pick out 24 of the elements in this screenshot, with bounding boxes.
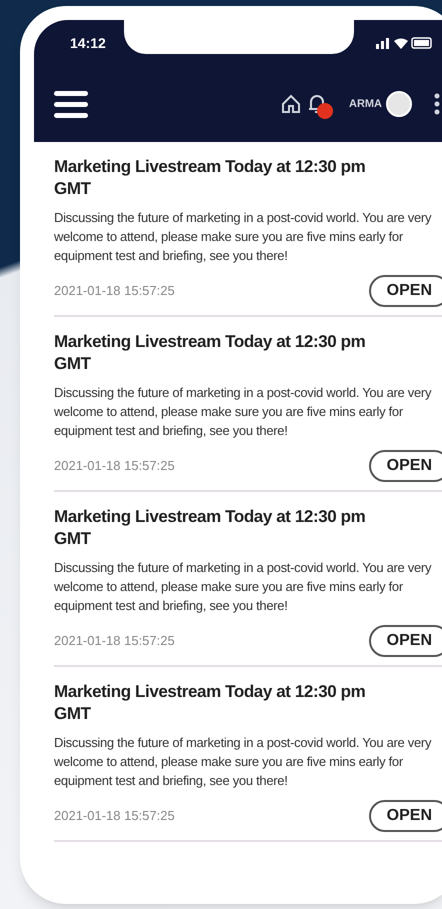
timestamp: 2021-01-18 15:57:25 (54, 282, 175, 300)
notification-body: Discussing the future of marketing in a post-covid world. You are very welcome to attend, please make sure you are five mins early for equipment test and briefing, see you there! (54, 559, 432, 615)
notification-title: Marketing Livestream Today at 12:30 pm GMT (54, 506, 366, 550)
open-button[interactable]: OPEN (368, 275, 442, 307)
timestamp: 2021-01-18 15:57:25 (54, 632, 175, 650)
notification-title: Marketing Livestream Today at 12:30 pm GMT (54, 331, 366, 375)
open-button[interactable]: OPEN (368, 625, 442, 657)
home-icon[interactable] (281, 94, 301, 114)
status-icons (374, 37, 434, 49)
more-icon[interactable] (434, 93, 440, 115)
open-button[interactable]: OPEN (368, 450, 442, 482)
avatar[interactable] (386, 91, 412, 117)
notification-body: Discussing the future of marketing in a post-covid world. You are very welcome to attend, please make sure you are five mins early for equipment test and briefing, see you there! (54, 384, 432, 440)
notification-title: Marketing Livestream Today at 12:30 pm GMT (54, 681, 366, 725)
notification-body: Discussing the future of marketing in a post-covid world. You are very welcome to attend, please make sure you are five mins early for equipment test and briefing, see you there! (54, 734, 432, 790)
timestamp: 2021-01-18 15:57:25 (54, 457, 175, 476)
menu-icon[interactable] (54, 90, 88, 118)
notification-title: Marketing Livestream Today at 12:30 pm GMT (54, 156, 366, 200)
timestamp: 2021-01-18 15:57:25 (54, 807, 175, 826)
notification-body: Discussing the future of marketing in a post-covid world. You are very welcome to attend, please make sure you are five mins early for equipment test and briefing, see you there! (54, 209, 432, 265)
user-name: ARMA (349, 96, 382, 112)
bell-icon[interactable] (307, 93, 327, 115)
status-time: 14:12 (70, 34, 106, 52)
open-button[interactable]: OPEN (368, 800, 442, 832)
